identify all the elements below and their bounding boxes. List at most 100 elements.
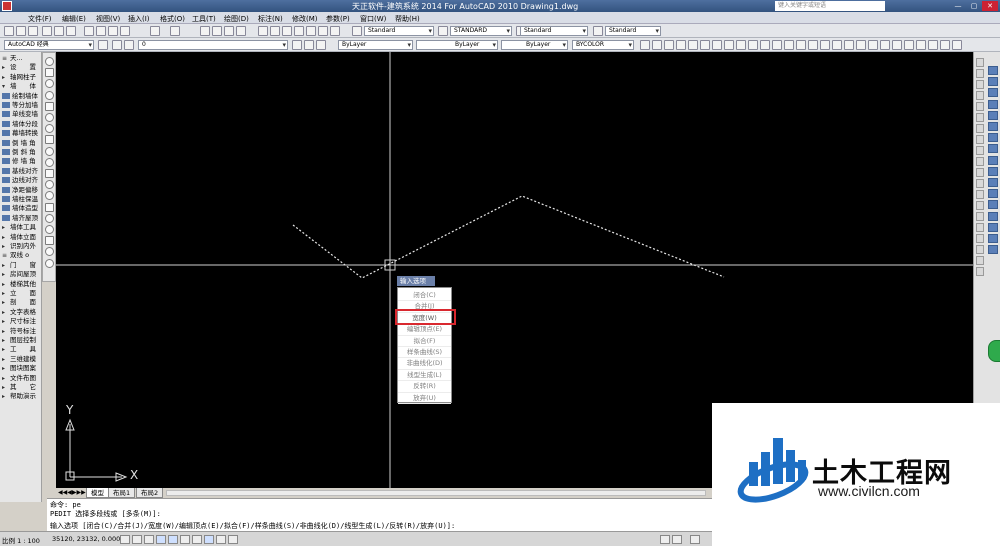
- palette-group[interactable]: ▸ 其 它: [2, 383, 42, 392]
- layer-select[interactable]: 0: [138, 40, 288, 50]
- layer-tool-p-icon[interactable]: [892, 40, 902, 50]
- plot-icon[interactable]: [42, 26, 52, 36]
- dimension-tool-icon[interactable]: [976, 80, 984, 89]
- make-block-icon[interactable]: [45, 191, 54, 201]
- layer-tool-i-icon[interactable]: [808, 40, 818, 50]
- spline-icon[interactable]: [45, 146, 54, 156]
- ucs-toggle-icon[interactable]: [192, 535, 202, 544]
- multiline-text-icon[interactable]: [45, 258, 54, 268]
- dim-style-icon[interactable]: [438, 26, 448, 36]
- dimension-tool-icon[interactable]: [976, 124, 984, 133]
- palette-group[interactable]: ▸ 识别内外: [2, 242, 42, 251]
- plotstyle-select[interactable]: BYCOLOR: [572, 40, 634, 50]
- palette-command[interactable]: 墙齐屋顶: [2, 214, 42, 223]
- ortho-toggle-icon[interactable]: [144, 535, 154, 544]
- layer-tool-m-icon[interactable]: [856, 40, 866, 50]
- palette-command[interactable]: 基线对齐: [2, 167, 42, 176]
- lineweight-select[interactable]: ByLayer: [501, 40, 568, 50]
- palette-group[interactable]: ▸ 尺寸标注: [2, 317, 42, 326]
- help-icon[interactable]: [330, 26, 340, 36]
- context-menu-item[interactable]: 闭合(C): [398, 290, 451, 302]
- ellipse-arc-icon[interactable]: [45, 169, 54, 178]
- dimension-tool-icon[interactable]: [976, 113, 984, 122]
- menu-tools[interactable]: 工具(T): [192, 14, 216, 24]
- workspace-settings-icon[interactable]: [98, 40, 108, 50]
- context-menu-item[interactable]: 样条曲线(S): [398, 347, 451, 359]
- dimension-tool-icon[interactable]: [976, 168, 984, 177]
- table-style-select[interactable]: Standard: [520, 26, 588, 36]
- menu-modify[interactable]: 修改(M): [292, 14, 318, 24]
- palette-group[interactable]: ▸ 符号标注: [2, 327, 42, 336]
- grid-toggle-icon[interactable]: [132, 535, 142, 544]
- dimension-tool-icon[interactable]: [976, 267, 984, 276]
- line-icon[interactable]: [45, 57, 54, 66]
- palette-command[interactable]: 净距偏移: [2, 186, 42, 195]
- dimension-tool-icon[interactable]: [976, 234, 984, 243]
- layer-tool-f-icon[interactable]: [772, 40, 782, 50]
- circle-icon[interactable]: [45, 124, 54, 134]
- dimension-tool-icon[interactable]: [976, 179, 984, 188]
- region-icon[interactable]: [45, 236, 54, 246]
- palette-command[interactable]: 倒 墙 角: [2, 139, 42, 148]
- fillet-icon[interactable]: [988, 234, 998, 243]
- array-icon[interactable]: [988, 110, 998, 120]
- dimension-tool-icon[interactable]: [976, 69, 984, 78]
- palette-group[interactable]: ▸ 房间屋顶: [2, 270, 42, 279]
- osnap-toggle-icon[interactable]: [168, 535, 178, 544]
- design-center-icon[interactable]: [270, 26, 280, 36]
- chamfer-icon[interactable]: [988, 222, 998, 232]
- context-menu-item[interactable]: 编辑顶点(E): [398, 324, 451, 336]
- menu-help[interactable]: 帮助(H): [395, 14, 420, 24]
- layer-tool-g-icon[interactable]: [784, 40, 794, 50]
- layer-tool-s-icon[interactable]: [928, 40, 938, 50]
- palette-command[interactable]: 墙体分段: [2, 120, 42, 129]
- layer-tool-q-icon[interactable]: [904, 40, 914, 50]
- break-icon[interactable]: [988, 200, 998, 210]
- layer-tool-t-icon[interactable]: [940, 40, 950, 50]
- cut-icon[interactable]: [84, 26, 94, 36]
- palette-command[interactable]: 幕墙转换: [2, 129, 42, 138]
- palette-group[interactable]: ▸ 帮助演示: [2, 392, 42, 401]
- layer-properties-icon[interactable]: [112, 40, 122, 50]
- command-prompt[interactable]: 输入选项 [闭合(C)/合并(J)/宽度(W)/编辑顶点(E)/拟合(F)/样条…: [50, 521, 455, 531]
- layer-tool-j-icon[interactable]: [820, 40, 830, 50]
- layer-tool-l-icon[interactable]: [844, 40, 854, 50]
- palette-command[interactable]: 等分加墙: [2, 101, 42, 110]
- dimension-tool-icon[interactable]: [976, 58, 984, 67]
- rectangle-icon[interactable]: [45, 101, 54, 111]
- gradient-icon[interactable]: [45, 225, 54, 234]
- maximize-icon[interactable]: ▢: [966, 1, 982, 11]
- dimension-tool-icon[interactable]: [976, 223, 984, 232]
- layer-isolate-icon[interactable]: [316, 40, 326, 50]
- dimension-tool-icon[interactable]: [976, 212, 984, 221]
- ellipse-icon[interactable]: [45, 157, 54, 167]
- app-icon[interactable]: [2, 1, 12, 11]
- revision-cloud-icon[interactable]: [45, 135, 54, 145]
- match-properties-icon[interactable]: [120, 26, 130, 36]
- palette-group[interactable]: ▸ 图层控制: [2, 336, 42, 345]
- mirror-icon[interactable]: [988, 88, 998, 98]
- color-select[interactable]: ByLayer: [338, 40, 413, 50]
- table-icon[interactable]: [45, 247, 54, 257]
- palette-command[interactable]: 绘制墙体: [2, 92, 42, 101]
- dimension-tool-icon[interactable]: [976, 190, 984, 199]
- palette-group[interactable]: ▸ 文件布图: [2, 374, 42, 383]
- palette-group[interactable]: ▸ 轴网柱子: [2, 73, 42, 82]
- palette-command[interactable]: 倒 斜 角: [2, 148, 42, 157]
- stretch-icon[interactable]: [988, 155, 998, 165]
- undo-icon[interactable]: [150, 26, 160, 36]
- copy-object-icon[interactable]: [988, 77, 998, 87]
- layer-tool-b-icon[interactable]: [724, 40, 734, 50]
- palette-group[interactable]: ▸ 墙体工具: [2, 223, 42, 232]
- context-menu-item[interactable]: 线型生成(L): [398, 370, 451, 382]
- palette-group[interactable]: ▸ 立 面: [2, 289, 42, 298]
- palette-command[interactable]: 修 墙 角: [2, 157, 42, 166]
- context-menu-item[interactable]: 拟合(F): [398, 336, 451, 347]
- markup-icon[interactable]: [306, 26, 316, 36]
- dim-style-select[interactable]: STANDARD: [450, 26, 512, 36]
- command-window[interactable]: 命令: pe PEDIT 选择多段线或 [多条(M)]: 输入选项 [闭合(C)…: [47, 498, 712, 531]
- minimize-icon[interactable]: —: [950, 1, 966, 11]
- menu-view[interactable]: 视图(V): [96, 14, 120, 24]
- multileader-style-icon[interactable]: [593, 26, 603, 36]
- palette-group[interactable]: ▸ 图块图案: [2, 364, 42, 373]
